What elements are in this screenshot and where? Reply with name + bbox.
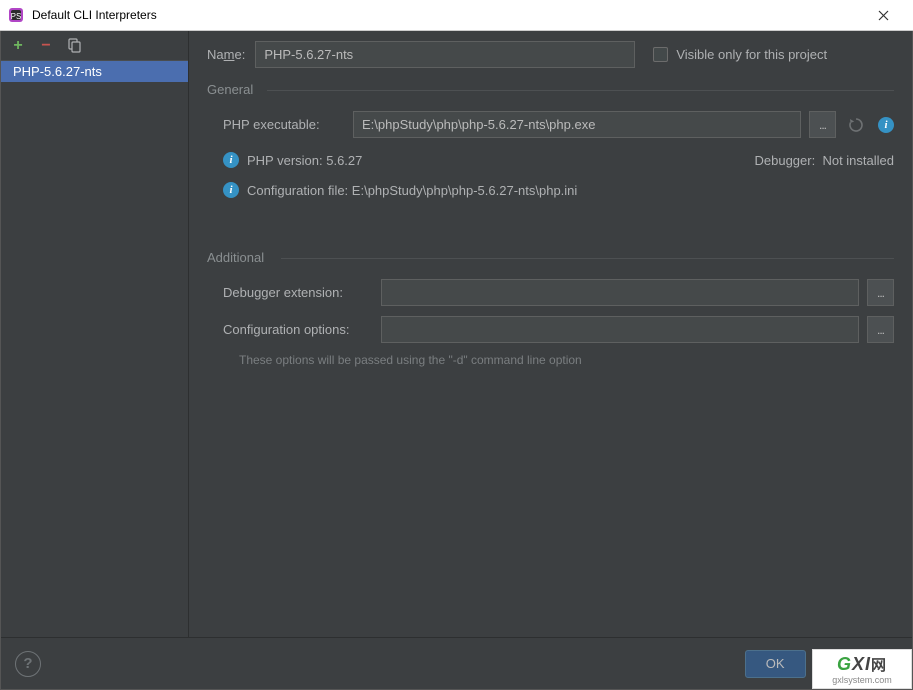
executable-row: PHP executable: ... i <box>207 111 894 138</box>
browse-executable-button[interactable]: ... <box>809 111 836 138</box>
copy-interpreter-button[interactable] <box>65 37 83 55</box>
app-icon: PS <box>8 7 24 23</box>
config-options-label: Configuration options: <box>223 322 373 337</box>
executable-label: PHP executable: <box>223 117 345 132</box>
name-label: Name: <box>207 47 245 62</box>
titlebar: PS Default CLI Interpreters <box>0 0 913 31</box>
debugger-extension-label: Debugger extension: <box>223 285 373 300</box>
reload-icon[interactable] <box>844 113 868 137</box>
ok-button[interactable]: OK <box>745 650 806 678</box>
php-version-text: PHP version: 5.6.27 <box>247 153 362 168</box>
details-panel: Name: Visible only for this project Gene… <box>189 31 912 637</box>
list-toolbar: + − <box>1 31 188 61</box>
config-options-row: Configuration options: ... <box>207 316 894 343</box>
dialog-body: + − PHP-5.6.27-nts Name: Visible only fo… <box>0 31 913 690</box>
version-row: i PHP version: 5.6.27 Debugger: Not inst… <box>207 152 894 168</box>
name-input[interactable] <box>255 41 635 68</box>
browse-debugger-ext-button[interactable]: ... <box>867 279 894 306</box>
executable-input[interactable] <box>353 111 801 138</box>
visible-row: Visible only for this project <box>653 47 827 62</box>
watermark: GXI网 gxlsystem.com <box>812 649 912 689</box>
dialog-footer: ? OK Cancel <box>1 637 912 689</box>
config-options-input[interactable] <box>381 316 859 343</box>
visible-label: Visible only for this project <box>676 47 827 62</box>
name-row: Name: Visible only for this project <box>207 41 894 68</box>
interpreter-list-item[interactable]: PHP-5.6.27-nts <box>1 61 188 82</box>
info-icon: i <box>223 182 239 198</box>
interpreter-list: PHP-5.6.27-nts <box>1 61 188 637</box>
general-section-header: General <box>207 82 894 97</box>
close-button[interactable] <box>861 1 905 30</box>
config-file-row: i Configuration file: E:\phpStudy\php\ph… <box>207 182 894 198</box>
debugger-status: Debugger: Not installed <box>755 153 895 168</box>
help-button[interactable]: ? <box>15 651 41 677</box>
info-icon[interactable]: i <box>878 117 894 133</box>
window-title: Default CLI Interpreters <box>32 8 861 22</box>
remove-interpreter-button[interactable]: − <box>37 37 55 55</box>
add-interpreter-button[interactable]: + <box>9 37 27 55</box>
watermark-line1: GXI网 <box>837 654 887 675</box>
edit-config-options-button[interactable]: ... <box>867 316 894 343</box>
content-area: + − PHP-5.6.27-nts Name: Visible only fo… <box>1 31 912 637</box>
info-icon: i <box>223 152 239 168</box>
config-file-text: Configuration file: E:\phpStudy\php\php-… <box>247 183 577 198</box>
watermark-line2: gxlsystem.com <box>832 675 892 685</box>
config-options-hint: These options will be passed using the "… <box>239 353 894 367</box>
debugger-extension-row: Debugger extension: ... <box>207 279 894 306</box>
svg-text:PS: PS <box>11 12 22 21</box>
debugger-extension-input[interactable] <box>381 279 859 306</box>
additional-section-header: Additional <box>207 250 894 265</box>
visible-checkbox[interactable] <box>653 47 668 62</box>
interpreter-list-panel: + − PHP-5.6.27-nts <box>1 31 189 637</box>
